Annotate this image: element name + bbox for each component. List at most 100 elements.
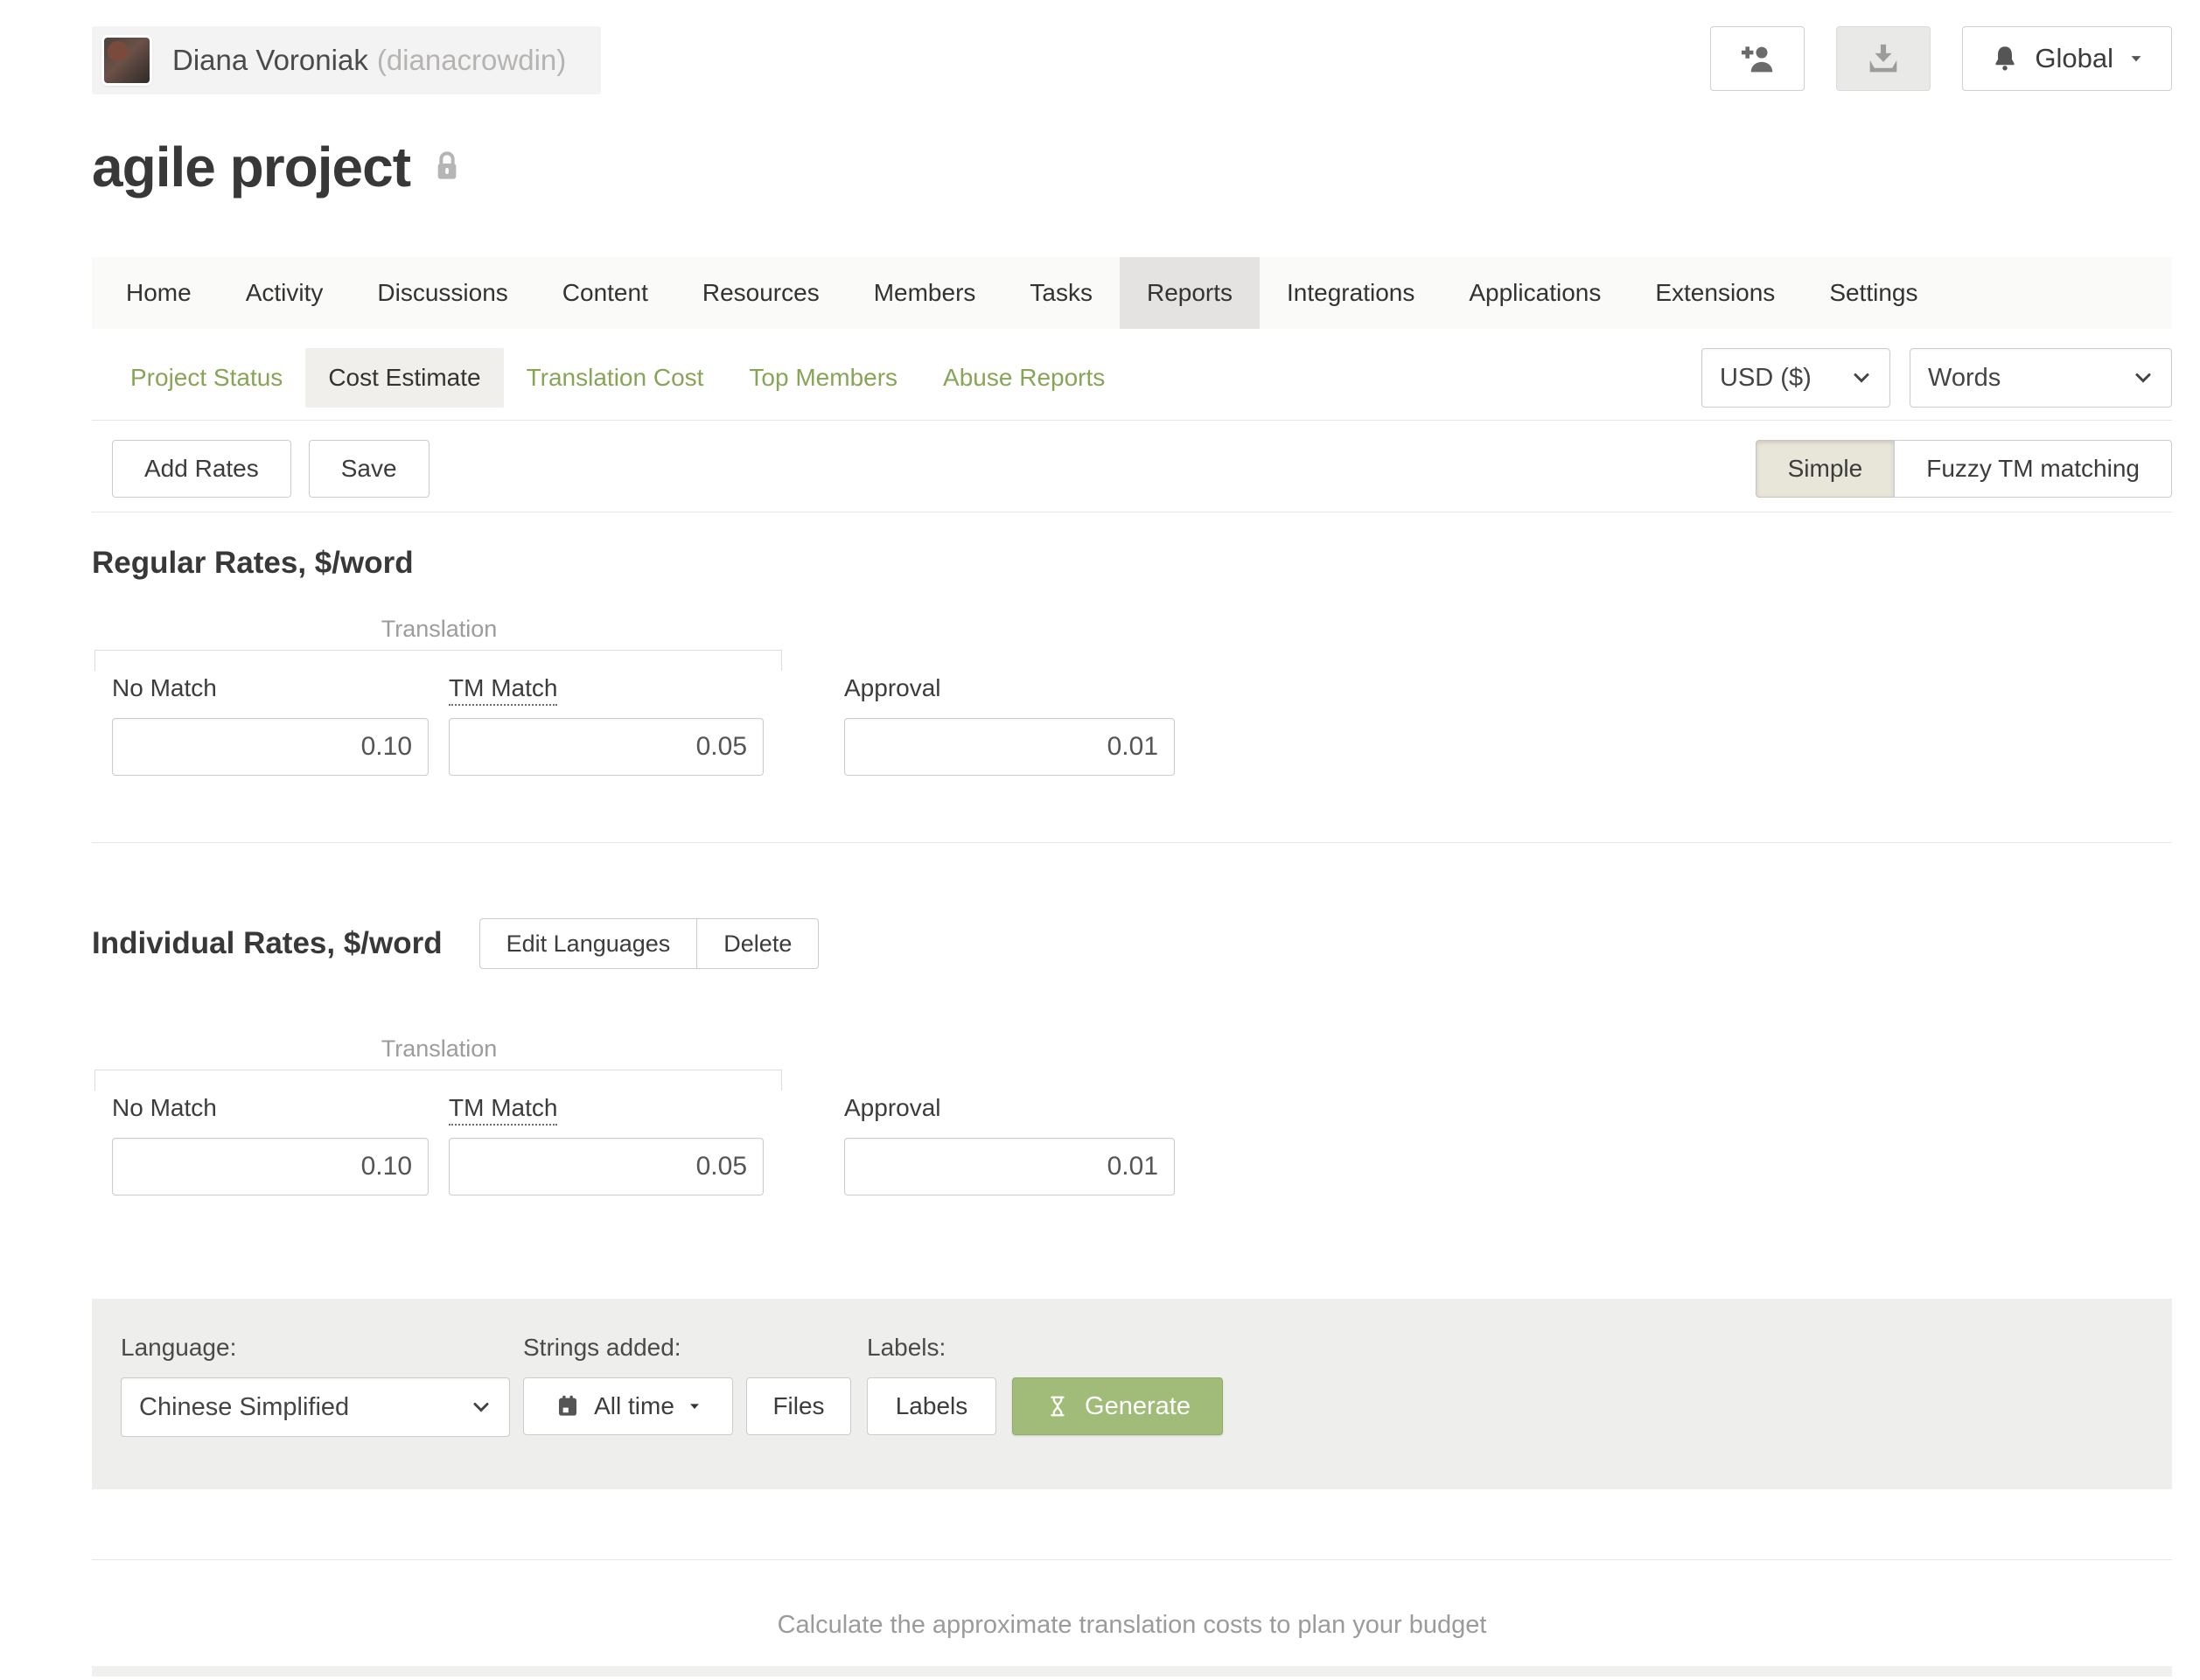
notifications-global-button[interactable]: Global xyxy=(1962,26,2172,91)
top-actions: Global xyxy=(1710,26,2172,91)
individual-no-match-input[interactable] xyxy=(112,1138,429,1196)
divider xyxy=(92,420,2172,421)
top-bar: Diana Voroniak (dianacrowdin) xyxy=(92,0,2172,94)
regular-no-match-input[interactable] xyxy=(112,718,429,776)
no-match-label: No Match xyxy=(112,674,429,702)
fuzzy-tm-matching-button[interactable]: Fuzzy TM matching xyxy=(1894,440,2172,498)
generate-label: Generate xyxy=(1085,1392,1191,1421)
hourglass-icon xyxy=(1044,1393,1071,1419)
files-group: Files xyxy=(746,1334,867,1435)
calendar-icon xyxy=(554,1392,582,1420)
footer-hint: Calculate the approximate translation co… xyxy=(92,1559,2172,1640)
regular-rates-row: No Match TM Match Approval xyxy=(112,674,2172,776)
tab-home[interactable]: Home xyxy=(99,257,219,329)
generate-panel: Language: Chinese Simplified Strings add… xyxy=(92,1299,2172,1489)
page-content: Diana Voroniak (dianacrowdin) xyxy=(92,0,2172,1677)
tm-match-label[interactable]: TM Match xyxy=(449,1094,557,1126)
tab-members[interactable]: Members xyxy=(847,257,1003,329)
save-button[interactable]: Save xyxy=(309,440,430,498)
bell-icon xyxy=(1989,43,2021,74)
reports-subnav: Project Status Cost Estimate Translation… xyxy=(108,348,1128,408)
rates-toolbar-left: Add Rates Save xyxy=(112,440,430,498)
user-name: Diana Voroniak xyxy=(172,44,368,76)
avatar xyxy=(104,38,150,83)
individual-rates-actions: Edit Languages Delete xyxy=(479,918,820,969)
individual-rates-row: No Match TM Match Approval xyxy=(112,1094,2172,1196)
translation-group-label: Translation xyxy=(94,1035,784,1063)
caret-down-icon xyxy=(687,1398,702,1414)
person-plus-icon xyxy=(1737,38,1777,79)
tm-match-label[interactable]: TM Match xyxy=(449,674,557,706)
generate-group: Generate xyxy=(1012,1334,1223,1435)
generate-button[interactable]: Generate xyxy=(1012,1377,1223,1435)
individual-rates-heading: Individual Rates, $/word xyxy=(92,926,443,961)
no-match-label: No Match xyxy=(112,1094,429,1122)
language-select[interactable]: Chinese Simplified xyxy=(121,1377,510,1437)
tab-reports[interactable]: Reports xyxy=(1120,257,1260,329)
labels-label: Labels: xyxy=(867,1334,1012,1362)
individual-rates-header: Individual Rates, $/word Edit Languages … xyxy=(92,918,2172,969)
language-label: Language: xyxy=(121,1334,523,1362)
lock-icon xyxy=(430,146,464,188)
tab-resources[interactable]: Resources xyxy=(675,257,847,329)
chevron-down-icon xyxy=(1851,367,1872,388)
page-title-row: agile project xyxy=(92,135,2172,199)
tab-settings[interactable]: Settings xyxy=(1802,257,1945,329)
caret-down-icon xyxy=(2127,50,2145,67)
subnav-translation-cost[interactable]: Translation Cost xyxy=(504,348,727,408)
strings-added-value: All time xyxy=(594,1392,674,1420)
unit-select[interactable]: Words xyxy=(1910,348,2172,408)
invite-user-button[interactable] xyxy=(1710,26,1805,91)
approval-label: Approval xyxy=(844,674,1175,702)
strings-added-range-button[interactable]: All time xyxy=(523,1377,733,1435)
divider xyxy=(92,842,2172,843)
individual-no-match-field: No Match xyxy=(112,1094,429,1196)
subnav-project-status[interactable]: Project Status xyxy=(108,348,305,408)
regular-approval-field: Approval xyxy=(844,674,1175,776)
currency-value: USD ($) xyxy=(1720,364,1812,393)
reports-subnav-row: Project Status Cost Estimate Translation… xyxy=(92,348,2172,408)
global-label: Global xyxy=(2035,43,2113,74)
tab-tasks[interactable]: Tasks xyxy=(1002,257,1120,329)
rates-mode-toggle: Simple Fuzzy TM matching xyxy=(1756,440,2172,498)
subnav-abuse-reports[interactable]: Abuse Reports xyxy=(920,348,1128,408)
rates-toolbar: Add Rates Save Simple Fuzzy TM matching xyxy=(92,440,2172,498)
regular-no-match-field: No Match xyxy=(112,674,429,776)
tab-applications[interactable]: Applications xyxy=(1442,257,1628,329)
tab-discussions[interactable]: Discussions xyxy=(350,257,534,329)
individual-approval-field: Approval xyxy=(844,1094,1175,1196)
chevron-down-icon xyxy=(2133,367,2154,388)
user-name-block: Diana Voroniak (dianacrowdin) xyxy=(172,44,566,77)
tab-activity[interactable]: Activity xyxy=(219,257,351,329)
add-rates-button[interactable]: Add Rates xyxy=(112,440,291,498)
labels-button[interactable]: Labels xyxy=(867,1377,996,1435)
edit-languages-button[interactable]: Edit Languages xyxy=(479,918,698,969)
labels-group: Labels: Labels xyxy=(867,1334,1012,1435)
user-menu[interactable]: Diana Voroniak (dianacrowdin) xyxy=(92,26,601,94)
individual-approval-input[interactable] xyxy=(844,1138,1175,1196)
language-value: Chinese Simplified xyxy=(139,1393,349,1422)
tab-extensions[interactable]: Extensions xyxy=(1628,257,1802,329)
subnav-top-members[interactable]: Top Members xyxy=(726,348,920,408)
strings-added-group: Strings added: All time xyxy=(523,1334,746,1435)
delete-button[interactable]: Delete xyxy=(696,918,819,969)
simple-mode-button[interactable]: Simple xyxy=(1756,440,1896,498)
subnav-cost-estimate[interactable]: Cost Estimate xyxy=(305,348,503,408)
currency-select[interactable]: USD ($) xyxy=(1701,348,1890,408)
individual-tm-match-field: TM Match xyxy=(449,1094,764,1196)
regular-tm-match-input[interactable] xyxy=(449,718,764,776)
translation-group-bracket xyxy=(94,1070,782,1091)
translation-group-bracket xyxy=(94,650,782,671)
tab-integrations[interactable]: Integrations xyxy=(1260,257,1442,329)
download-report-button[interactable] xyxy=(1836,26,1931,91)
strings-added-label: Strings added: xyxy=(523,1334,746,1362)
bottom-strip xyxy=(92,1666,2172,1677)
files-button[interactable]: Files xyxy=(746,1377,851,1435)
regular-approval-input[interactable] xyxy=(844,718,1175,776)
approval-label: Approval xyxy=(844,1094,1175,1122)
user-handle: (dianacrowdin) xyxy=(377,44,566,76)
individual-tm-match-input[interactable] xyxy=(449,1138,764,1196)
language-group: Language: Chinese Simplified xyxy=(121,1334,523,1437)
tab-content[interactable]: Content xyxy=(535,257,675,329)
regular-tm-match-field: TM Match xyxy=(449,674,764,776)
